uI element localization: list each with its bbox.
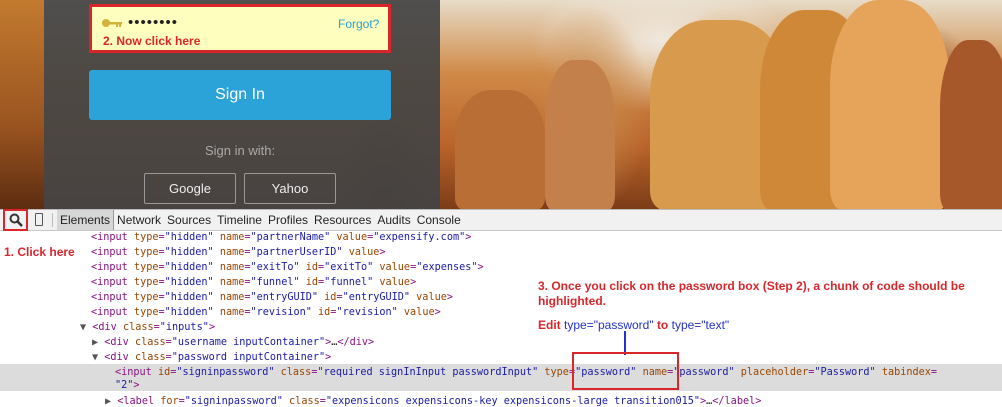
tab-elements[interactable]: Elements (57, 210, 115, 230)
hoodoo-rock (455, 90, 545, 209)
tab-timeline[interactable]: Timeline (214, 210, 265, 230)
edit-to-word: to (656, 318, 669, 332)
background-photo-edge (0, 0, 44, 209)
tab-audits[interactable]: Audits (374, 210, 413, 230)
code-line[interactable]: ▶ <label for="signinpassword" class="exp… (105, 396, 761, 407)
code-line[interactable]: ▼ <div class="password inputContainer"> (92, 352, 331, 363)
google-sign-in-button[interactable]: Google (144, 173, 236, 204)
code-line[interactable]: <input type="hidden" name="entryGUID" id… (91, 292, 453, 303)
tab-profiles[interactable]: Profiles (265, 210, 311, 230)
code-line[interactable]: <input type="hidden" name="exitTo" id="e… (91, 262, 484, 273)
edit-instruction: Edit type="password" to type="text" (538, 318, 729, 332)
inspect-button-highlight-box (3, 209, 28, 231)
code-line[interactable]: <input type="hidden" name="revision" id=… (91, 307, 441, 318)
edit-prefix: Edit (538, 318, 561, 332)
edit-to: type="text" (671, 318, 730, 332)
tab-resources[interactable]: Resources (311, 210, 374, 230)
code-line[interactable]: ▶ <div class="username inputContainer">…… (92, 337, 374, 348)
password-field-highlight-box (89, 4, 391, 53)
edit-from: type="password" (564, 318, 654, 332)
expand-triangle-icon[interactable]: ▶ (92, 337, 104, 348)
tab-network[interactable]: Network (114, 210, 164, 230)
code-line[interactable]: "2"> (115, 380, 140, 391)
hoodoo-rock (545, 60, 615, 209)
sign-in-with-label: Sign in with: (205, 143, 276, 158)
collapse-triangle-icon[interactable]: ▼ (80, 322, 92, 333)
code-line[interactable]: ▼ <div class="inputs"> (80, 322, 215, 333)
hoodoo-rock (830, 0, 950, 209)
yahoo-sign-in-button[interactable]: Yahoo (244, 173, 336, 204)
code-line[interactable]: <input id="signinpassword" class="requir… (115, 367, 937, 378)
hoodoo-rock (940, 40, 1002, 209)
type-attribute-highlight-box (572, 352, 679, 390)
devtools-tab-bar: Elements Network Sources Timeline Profiles Re… (57, 210, 464, 230)
step1-annotation: 1. Click here (4, 245, 75, 259)
tab-console[interactable]: Console (414, 210, 464, 230)
sign-in-button[interactable]: Sign In (89, 70, 391, 120)
collapse-triangle-icon[interactable]: ▼ (92, 352, 104, 363)
toolbar-divider (52, 213, 53, 227)
code-line[interactable]: <input type="hidden" name="funnel" id="f… (91, 277, 416, 288)
webpage-viewport: •••••••• Forgot? 2. Now click here Sign … (0, 0, 1002, 209)
expand-triangle-icon[interactable]: ▶ (105, 396, 117, 407)
mobile-device-icon[interactable] (35, 213, 43, 226)
code-line[interactable]: <input type="hidden" name="partnerName" … (91, 232, 471, 243)
code-line[interactable]: <input type="hidden" name="partnerUserID… (91, 247, 386, 258)
step3-annotation: 3. Once you click on the password box (S… (538, 279, 965, 308)
tab-sources[interactable]: Sources (164, 210, 214, 230)
